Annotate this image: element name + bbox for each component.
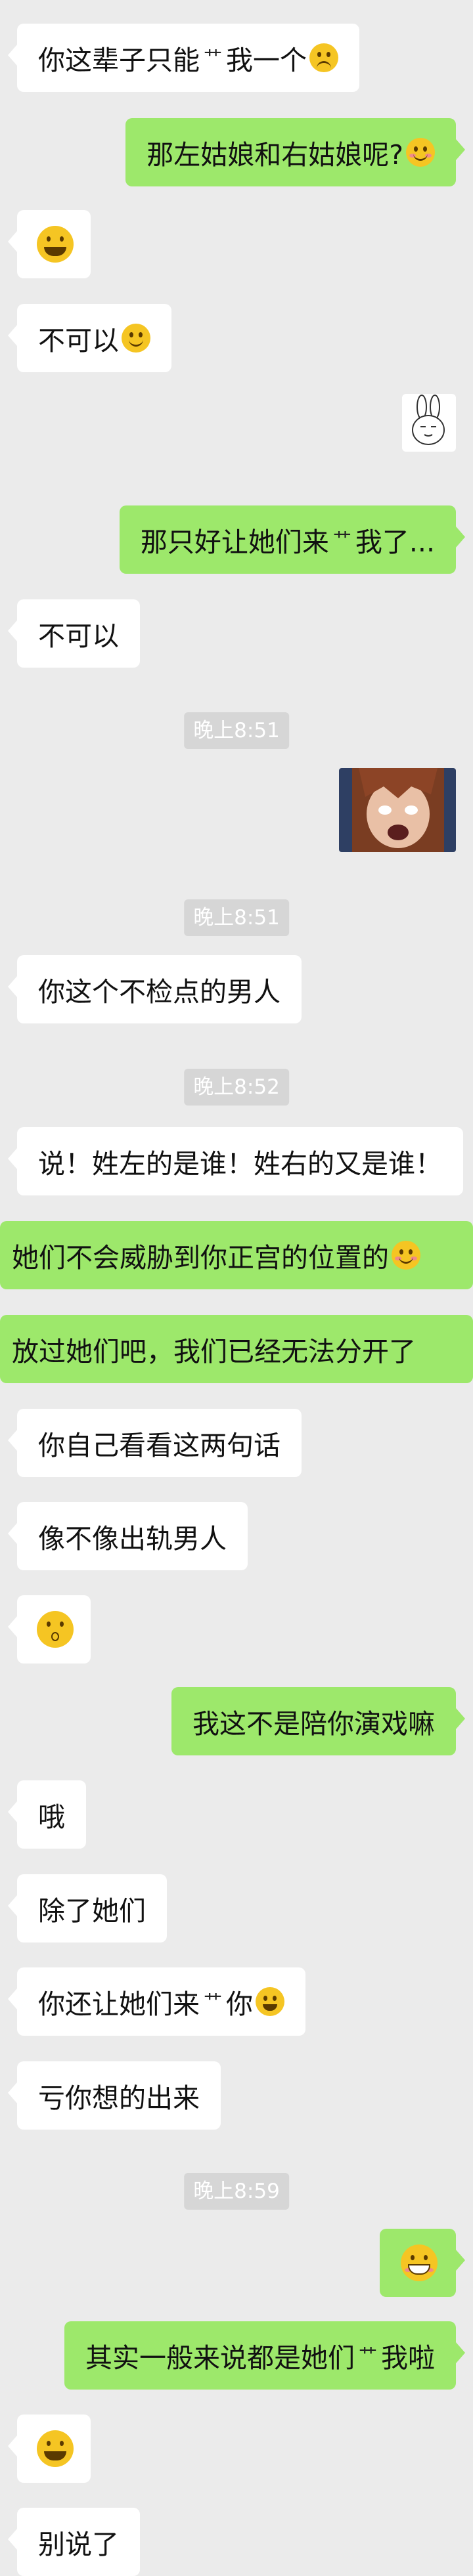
message-text: 不可以	[38, 620, 119, 652]
laughing-tears-face-icon	[256, 1987, 284, 2016]
timestamp: 晚上8:51	[184, 899, 289, 936]
sent-message[interactable]: 她们不会威胁到你正宫的位置的	[0, 1221, 473, 1289]
kiss-glyph: 艹	[203, 1990, 222, 2012]
sent-message[interactable]: 那左姑娘和右姑娘呢?	[125, 118, 465, 186]
message-text: 我这不是陪你演戏嘛	[192, 1708, 435, 1740]
message-text: 你还让她们来	[38, 1988, 200, 2020]
received-message[interactable]: 不可以	[8, 304, 171, 372]
sent-message[interactable]: 那只好让她们来艹我了...	[119, 505, 466, 574]
bunny-sticker-icon[interactable]	[402, 394, 456, 452]
timestamp: 晚上8:52	[184, 1069, 289, 1106]
message-text: 别说了	[38, 2529, 119, 2560]
timestamp: 晚上8:59	[184, 2173, 289, 2210]
message-text: 那左姑娘和右姑娘呢?	[146, 139, 403, 171]
received-message[interactable]: 别说了	[8, 2508, 140, 2576]
received-message[interactable]: 说！姓左的是谁！姓右的又是谁！	[8, 1127, 463, 1195]
embarrassed-face-icon	[392, 1241, 420, 1270]
grinning-blush-face-icon	[401, 2244, 438, 2281]
received-message[interactable]: 哦	[8, 1780, 86, 1849]
received-message[interactable]: 你这个不检点的男人	[8, 955, 302, 1023]
received-message[interactable]	[8, 1595, 91, 1664]
message-text: 不可以	[38, 325, 119, 356]
message-text: 她们不会威胁到你正宫的位置的	[12, 1242, 389, 1274]
received-message[interactable]: 不可以	[8, 599, 140, 668]
sent-message[interactable]: 放过她们吧，我们已经无法分开了	[0, 1315, 473, 1383]
sent-message[interactable]: 我这不是陪你演戏嘛	[171, 1687, 465, 1755]
message-text: 我啦	[381, 2342, 435, 2374]
embarrassed-face-icon	[406, 138, 435, 167]
laughing-tears-face-icon	[37, 226, 74, 263]
message-text: 像不像出轨男人	[38, 1523, 227, 1555]
received-message[interactable]: 你还让她们来艹你	[8, 1967, 305, 2036]
message-text: 除了她们	[38, 1895, 146, 1927]
kiss-glyph: 艹	[203, 47, 222, 68]
received-message[interactable]: 除了她们	[8, 1874, 167, 1943]
kiss-glyph: 艹	[358, 2344, 377, 2366]
timestamp: 晚上8:51	[184, 712, 289, 749]
message-text: 你这辈子只能	[38, 45, 200, 76]
received-message[interactable]: 你自己看看这两句话	[8, 1409, 302, 1477]
received-message[interactable]: 亏你想的出来	[8, 2061, 221, 2130]
received-message[interactable]: 你这辈子只能艹我一个	[8, 24, 359, 92]
message-text: 其实一般来说都是她们	[85, 2342, 355, 2374]
shocked-face-icon	[37, 1611, 74, 1648]
received-message[interactable]: 像不像出轨男人	[8, 1502, 248, 1570]
confused-face-icon	[309, 43, 338, 72]
message-text: 那只好让她们来	[140, 526, 329, 558]
smiling-face-icon	[122, 324, 150, 353]
message-text: 说！姓左的是谁！姓右的又是谁！	[38, 1148, 442, 1180]
laughing-tears-face-icon	[37, 2430, 74, 2467]
sent-message[interactable]	[380, 2229, 465, 2297]
message-text: 我了...	[355, 526, 435, 558]
message-text: 哦	[38, 1801, 65, 1833]
received-message[interactable]	[8, 210, 91, 278]
message-text: 你自己看看这两句话	[38, 1430, 281, 1461]
anime-girl-image[interactable]	[339, 768, 456, 852]
message-text: 你	[226, 1988, 253, 2020]
message-text: 你这个不检点的男人	[38, 976, 281, 1008]
message-text: 我一个	[226, 45, 307, 76]
sent-message[interactable]: 其实一般来说都是她们艹我啦	[64, 2321, 465, 2390]
received-message[interactable]	[8, 2415, 91, 2483]
message-text: 放过她们吧，我们已经无法分开了	[12, 1336, 416, 1367]
message-text: 亏你想的出来	[38, 2082, 200, 2114]
kiss-glyph: 艹	[332, 528, 351, 550]
